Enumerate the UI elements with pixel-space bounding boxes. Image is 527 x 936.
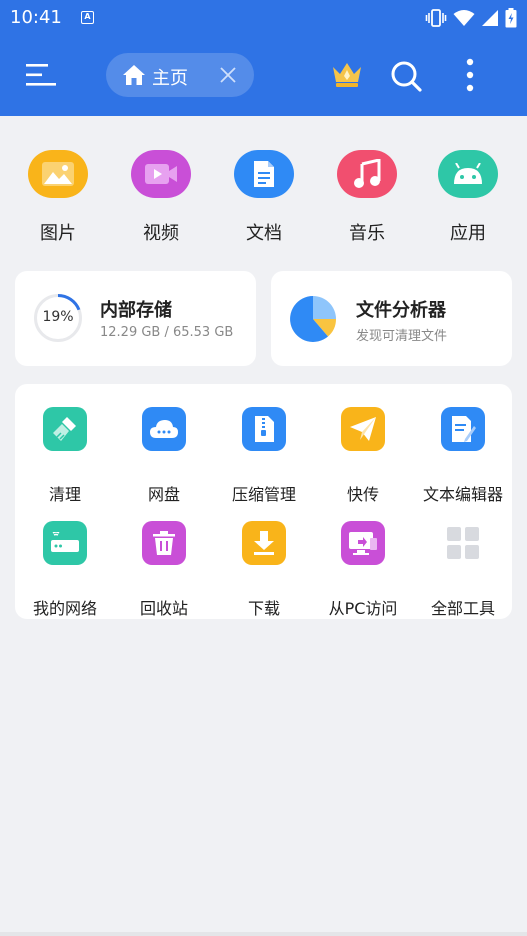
zip-file-icon [255,416,274,442]
tool-icon-bg [43,407,87,451]
pie-chart-icon [290,296,337,342]
tool-label: 从PC访问 [328,599,398,618]
tool-icon-bg [142,407,186,451]
tool-label: 压缩管理 [231,485,296,504]
tool-compression[interactable]: 压缩管理 [214,407,314,507]
toolbar: 主页 [0,36,527,116]
grid-icon [447,527,479,559]
tool-cloud-drive[interactable]: 网盘 [114,407,214,507]
search-button[interactable] [388,58,424,94]
tool-icon-bg [142,521,186,565]
tool-label: 下载 [247,599,280,618]
analyzer-subtitle: 发现可清理文件 [356,329,448,344]
home-icon [123,65,145,85]
signal-icon [482,10,498,26]
tool-label: 文本编辑器 [422,485,503,504]
crown-icon [333,63,361,87]
tool-download[interactable]: 下载 [214,521,314,621]
tool-label: 回收站 [139,599,188,618]
menu-button[interactable] [24,60,58,90]
category-icon-bg [337,150,397,198]
category-icon-bg [131,150,191,198]
analyzer-title: 文件分析器 [356,300,446,321]
music-icon [354,159,381,188]
cloud-drive-icon [150,420,178,438]
tool-quick-transfer[interactable]: 快传 [313,407,413,507]
download-icon [254,531,274,555]
tool-icon-bg [242,521,286,565]
category-label: 视频 [143,223,179,244]
tool-icon-bg [43,521,87,565]
category-label: 音乐 [349,223,385,244]
android-icon [454,163,482,184]
tool-icon-bg [242,407,286,451]
notification-icon: A [81,11,94,24]
tool-icon-bg [341,521,385,565]
vip-button[interactable] [330,58,364,92]
status-bar: 10:41 A [0,0,527,36]
close-icon[interactable] [218,65,238,85]
tool-label: 快传 [346,485,379,504]
tool-recycle-bin[interactable]: 回收站 [114,521,214,621]
tool-pc-access[interactable]: 从PC访问 [313,521,413,621]
status-time: 10:41 [10,7,62,28]
app-header: 10:41 A 主页 [0,0,527,116]
tool-icon-bg [441,407,485,451]
more-vertical-icon [466,58,474,92]
tool-label: 网盘 [147,485,180,504]
tool-icon-bg [441,521,485,565]
category-label: 文档 [246,223,282,244]
file-analyzer-card[interactable]: 文件分析器 发现可清理文件 [271,271,512,366]
tool-clean[interactable]: 清理 [15,407,115,507]
tools-card: 清理 网盘 压缩管理 快传 文本编辑器 我的网络 回收站 下载 从PC访问 全部… [15,384,512,619]
tool-all-tools[interactable]: 全部工具 [413,521,513,621]
broom-icon [53,417,76,441]
internal-storage-card[interactable]: 19% 内部存储 12.29 GB / 65.53 GB [15,271,256,366]
vibrate-icon [425,9,447,27]
category-icon-bg [234,150,294,198]
tool-icon-bg [341,407,385,451]
more-button[interactable] [456,56,484,96]
storage-title: 内部存储 [100,300,172,321]
tool-label: 清理 [48,485,81,504]
search-icon [391,61,422,92]
router-icon [51,532,79,552]
send-icon [350,417,376,441]
home-tab[interactable]: 主页 [106,53,254,97]
category-icon-bg [438,150,498,198]
tool-label: 全部工具 [430,599,495,618]
category-videos[interactable]: 视频 [121,150,201,244]
tool-my-network[interactable]: 我的网络 [15,521,115,621]
category-icon-bg [28,150,88,198]
category-documents[interactable]: 文档 [224,150,304,244]
category-music[interactable]: 音乐 [327,150,407,244]
status-icons [425,8,517,28]
wifi-icon [453,10,475,26]
trash-icon [153,531,175,555]
storage-detail: 12.29 GB / 65.53 GB [100,325,234,340]
navigation-bar [0,932,527,936]
category-label: 应用 [450,223,486,244]
category-row: 图片 视频 文档 音乐 应用 [0,140,527,250]
tool-text-editor[interactable]: 文本编辑器 [413,407,513,507]
text-edit-icon [452,416,476,442]
pc-access-icon [349,532,377,555]
battery-charging-icon [505,8,517,28]
home-tab-label: 主页 [152,68,188,89]
document-icon [254,161,274,187]
category-label: 图片 [40,223,76,244]
image-icon [42,162,74,186]
category-images[interactable]: 图片 [18,150,98,244]
storage-percent: 19% [42,309,74,325]
tool-label: 我的网络 [32,599,97,618]
menu-icon [26,64,56,86]
video-icon [145,164,177,184]
category-apps[interactable]: 应用 [428,150,508,244]
